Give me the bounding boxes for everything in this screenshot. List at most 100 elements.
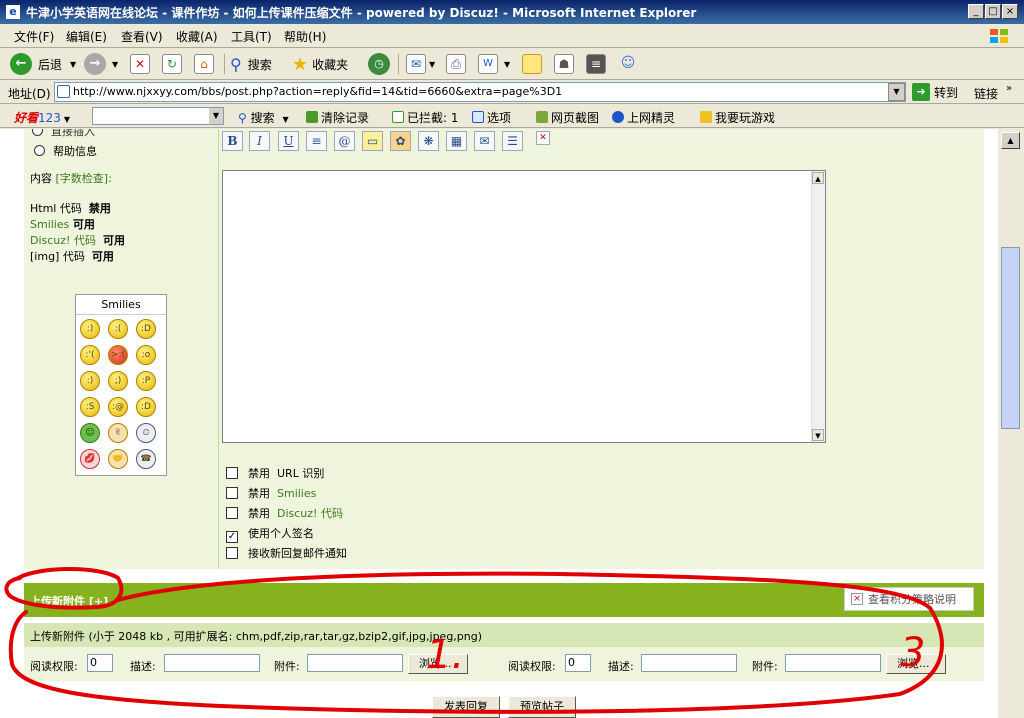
go-button[interactable]: ➜ 转到 <box>912 83 958 101</box>
games-button[interactable]: 我要玩游戏 <box>700 109 775 126</box>
flash-button[interactable]: ❋ <box>418 131 439 151</box>
search-button[interactable]: ⚲ 搜索 <box>230 52 272 76</box>
align-button[interactable]: ≡ <box>306 131 327 151</box>
submit-reply-button[interactable]: 发表回复 <box>432 696 500 718</box>
chevron-right-icon[interactable]: » <box>1006 83 1012 94</box>
smiley-icon[interactable]: ⏲ <box>136 423 156 443</box>
option-disable-discuz[interactable]: 禁用 Discuz! 代码 <box>226 505 343 521</box>
radio-help-info[interactable]: 帮助信息 <box>34 143 97 159</box>
radio-button[interactable] <box>32 129 43 136</box>
links-button[interactable]: 链接 <box>974 85 998 102</box>
list-button[interactable]: ☰ <box>502 131 523 151</box>
smiley-icon[interactable]: >:( <box>108 345 128 365</box>
smiley-icon[interactable]: :P <box>136 371 156 391</box>
smiley-icon[interactable]: ;) <box>108 371 128 391</box>
checkbox[interactable] <box>226 487 238 499</box>
checkbox-checked[interactable]: ✓ <box>226 531 238 543</box>
textarea-scrollbar[interactable]: ▲ ▼ <box>811 171 825 442</box>
media-button[interactable]: ≡ <box>586 52 606 76</box>
checkbox[interactable] <box>226 507 238 519</box>
smiley-icon[interactable]: 💋 <box>80 449 100 469</box>
address-input[interactable]: http://www.njxxyy.com/bbs/post.php?actio… <box>54 82 906 102</box>
smiley-icon[interactable]: ✌ <box>108 423 128 443</box>
smiley-icon[interactable]: :) <box>80 371 100 391</box>
favorites-button[interactable]: ★ 收藏夹 <box>292 52 348 76</box>
underline-button[interactable]: U <box>278 131 299 151</box>
hao123-logo[interactable]: 好看123 ▼ <box>14 109 70 126</box>
file-input-2[interactable] <box>785 654 881 672</box>
smiley-icon[interactable]: :o <box>136 345 156 365</box>
search-input[interactable]: ▼ <box>92 107 224 125</box>
color-button[interactable]: ✿ <box>390 131 411 151</box>
menu-help[interactable]: 帮助(H) <box>284 28 326 45</box>
messenger-button[interactable]: ☗ <box>554 52 574 76</box>
stop-button[interactable]: ✕ <box>130 52 150 76</box>
clear-history-button[interactable]: 清除记录 <box>306 109 369 126</box>
read-permission-input-2[interactable]: 0 <box>565 654 591 672</box>
smiley-icon[interactable]: :@ <box>108 397 128 417</box>
smiley-icon[interactable]: ☎ <box>136 449 156 469</box>
option-disable-smilies[interactable]: 禁用 Smilies <box>226 485 316 501</box>
search-button-2[interactable]: ⚲ 搜索 ▼ <box>238 109 289 126</box>
screenshot-button[interactable]: 网页截图 <box>536 109 599 126</box>
image-button[interactable]: ▭ <box>362 131 383 151</box>
page-scrollbar[interactable]: ▲ <box>998 129 1024 718</box>
bold-button[interactable]: B <box>222 131 243 151</box>
refresh-button[interactable]: ↻ <box>162 52 182 76</box>
menu-file[interactable]: 文件(F) <box>14 28 54 45</box>
smiley-icon[interactable]: :S <box>80 397 100 417</box>
quote-button[interactable]: ✉ <box>474 131 495 151</box>
smiley-icon[interactable]: :'( <box>80 345 100 365</box>
browse-button[interactable]: 浏览... <box>408 654 468 674</box>
preview-post-button[interactable]: 预览帖子 <box>508 696 576 718</box>
code-button[interactable]: ▦ <box>446 131 467 151</box>
mail-button[interactable]: ✉ ▼ <box>406 52 435 76</box>
menu-favorites[interactable]: 收藏(A) <box>176 28 218 45</box>
scroll-down-icon[interactable]: ▼ <box>812 429 824 441</box>
checkbox[interactable] <box>226 547 238 559</box>
menu-edit[interactable]: 编辑(E) <box>66 28 107 45</box>
maximize-button[interactable]: □ <box>985 4 1001 19</box>
read-permission-input[interactable]: 0 <box>87 654 113 672</box>
address-dropdown-button[interactable]: ▼ <box>888 83 905 101</box>
smiley-icon[interactable]: :D <box>136 319 156 339</box>
description-input[interactable] <box>164 654 260 672</box>
smiley-icon[interactable]: ☺ <box>80 423 100 443</box>
option-disable-url[interactable]: 禁用 URL 识别 <box>226 465 324 481</box>
print-button[interactable]: ⎙ <box>446 52 466 76</box>
scroll-up-button[interactable]: ▲ <box>1001 132 1020 149</box>
smiley-icon[interactable]: :( <box>108 319 128 339</box>
notes-button[interactable] <box>522 52 542 76</box>
wizard-button[interactable]: 上网精灵 <box>612 109 675 126</box>
discuz-code-link[interactable]: Discuz! 代码 <box>30 234 96 247</box>
smilies-link[interactable]: Smilies <box>30 218 69 231</box>
scroll-up-icon[interactable]: ▲ <box>812 172 824 184</box>
history-button[interactable]: ◷ <box>368 52 390 76</box>
file-input[interactable] <box>307 654 403 672</box>
smiley-icon[interactable]: :) <box>80 319 100 339</box>
radio-button[interactable] <box>34 145 45 156</box>
back-button[interactable]: ← 后退 ▼ <box>10 52 76 76</box>
attachment-header-label[interactable]: 上传新附件 [+] <box>30 593 108 609</box>
option-signature[interactable]: ✓ 使用个人签名 <box>226 525 314 543</box>
minimize-button[interactable]: _ <box>968 4 984 19</box>
italic-button[interactable]: I <box>249 131 270 151</box>
scroll-thumb[interactable] <box>1001 247 1020 429</box>
forward-button[interactable]: → ▼ <box>84 52 118 76</box>
edit-button[interactable]: W ▼ <box>478 52 510 76</box>
home-button[interactable]: ⌂ <box>194 52 214 76</box>
checkbox[interactable] <box>226 467 238 479</box>
smiley-icon[interactable]: 🤝 <box>108 449 128 469</box>
radio-direct-insert[interactable]: 直接插入 <box>32 129 95 139</box>
options-button[interactable]: 选项 <box>472 109 511 126</box>
option-notify[interactable]: 接收新回复邮件通知 <box>226 545 347 561</box>
smiley-icon[interactable]: :D <box>136 397 156 417</box>
users-button[interactable]: ☺ <box>618 52 638 76</box>
menu-view[interactable]: 查看(V) <box>121 28 163 45</box>
browse-button-2[interactable]: 浏览... <box>886 654 946 674</box>
close-button[interactable]: × <box>1002 4 1018 19</box>
message-textarea[interactable]: ▲ ▼ <box>222 170 826 443</box>
points-policy-button[interactable]: × 查看积分策略说明 <box>844 587 974 611</box>
description-input-2[interactable] <box>641 654 737 672</box>
word-check-link[interactable]: [字数检查]: <box>56 172 112 185</box>
